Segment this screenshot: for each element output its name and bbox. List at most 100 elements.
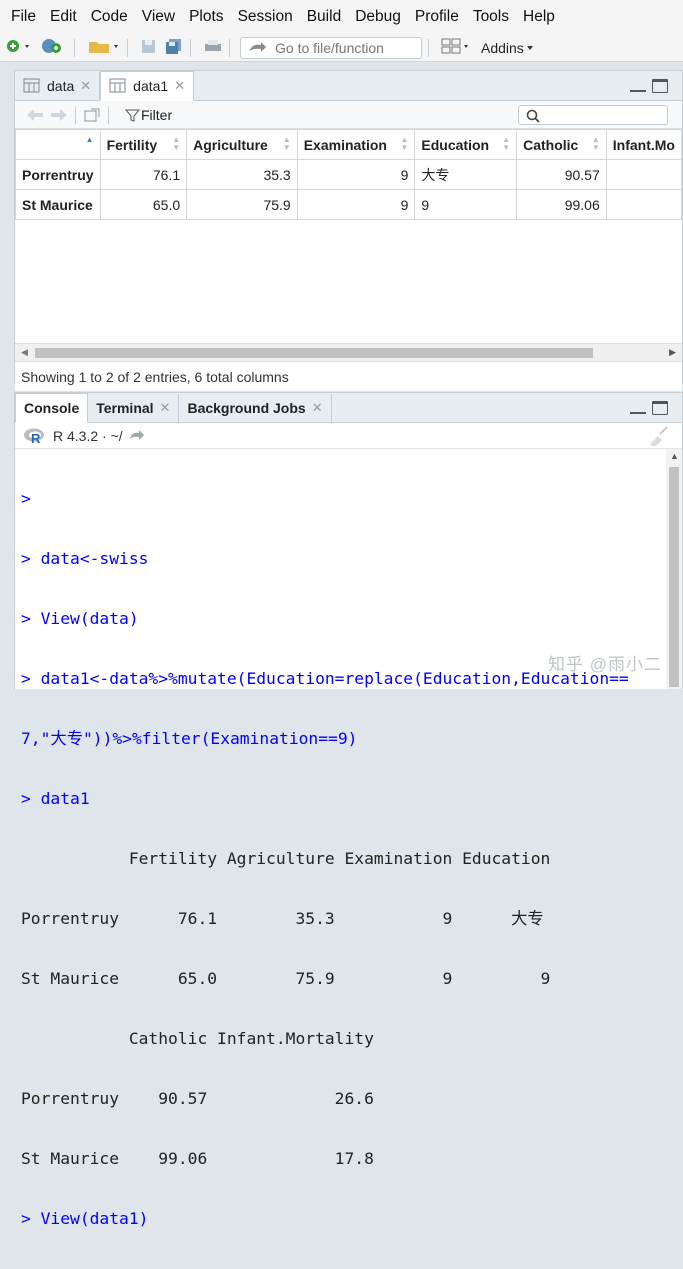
table-icon [23,78,40,93]
table-icon [109,78,126,93]
menu-bar: File Edit Code View Plots Session Build … [0,0,683,34]
svg-text:R: R [31,431,41,445]
table-row: Porrentruy 76.1 35.3 9 大专 90.57 [15,159,683,190]
cell-agriculture: 75.9 [186,189,298,220]
tab-data[interactable]: data ✕ [15,72,101,100]
menu-debug[interactable]: Debug [355,8,401,26]
console-line: > data<-swiss [21,549,149,568]
horizontal-scrollbar[interactable]: ◀ ▶ [15,343,682,361]
tab-background-jobs-label: Background Jobs [187,400,306,416]
console-line: > View(data1) [21,1209,149,1228]
console-line: St Maurice 65.0 75.9 9 9 [21,969,551,988]
goto-placeholder: Go to file/function [275,39,384,56]
console-header: R R 4.3.2 · ~/ [15,423,682,449]
cell-infant-mortality [605,189,683,220]
editor-tabstrip: data ✕ data1 ✕ [15,71,682,101]
pane-window-controls [630,79,668,93]
table-row: St Maurice 65.0 75.9 9 9 99.06 [15,189,683,220]
cell-agriculture: 35.3 [186,159,298,190]
cell-education: 大专 [414,159,518,190]
tab-console-label: Console [24,400,80,416]
column-header-agriculture[interactable]: Agriculture ▲ ▼ [186,129,298,160]
open-file-icon[interactable] [87,38,121,57]
popout-icon[interactable] [82,107,102,123]
new-file-icon[interactable] [6,38,34,57]
maximize-icon[interactable] [652,79,668,93]
menu-view[interactable]: View [142,8,175,26]
console-line: > View(data) [21,609,139,628]
maximize-icon[interactable] [652,401,668,415]
viewer-toolbar: Filter [15,101,682,129]
console-output[interactable]: > > data<-swiss > View(data) > data1<-da… [21,449,629,1269]
column-header-examination[interactable]: Examination ▲ ▼ [296,129,416,160]
goto-directory-icon[interactable] [127,429,145,443]
pane-window-controls [630,401,668,415]
r-version: R 4.3.2 · ~/ [53,427,123,444]
tab-data1[interactable]: data1 ✕ [100,71,195,101]
menu-code[interactable]: Code [91,8,128,26]
column-header-infant-mortality[interactable]: Infant.Mo [605,129,683,160]
close-icon[interactable]: ✕ [160,400,171,416]
menu-profile[interactable]: Profile [415,8,459,26]
cell-catholic: 99.06 [516,189,607,220]
menu-tools[interactable]: Tools [473,8,509,26]
menu-edit[interactable]: Edit [50,8,77,26]
back-forward-icon[interactable] [25,107,69,123]
menu-build[interactable]: Build [307,8,341,26]
search-icon [526,109,540,123]
clear-console-icon[interactable] [646,426,670,446]
filter-button[interactable]: Filter [125,107,172,123]
data-grid: ▲ Fertility ▲ ▼ Agriculture ▲ ▼ Examination ▲… [15,129,683,220]
menu-help[interactable]: Help [523,8,555,26]
cell-examination: 9 [296,189,416,220]
column-header-fertility[interactable]: Fertility ▲ ▼ [99,129,188,160]
console-line: Fertility Agriculture Examination Educat… [21,849,551,868]
goto-file-input[interactable]: Go to file/function [240,36,422,59]
console-tabstrip: Console Terminal ✕ Background Jobs ✕ [15,393,682,423]
scroll-right-icon[interactable]: ▶ [669,347,676,358]
addins-menu[interactable]: Addins [481,40,538,56]
minimize-icon[interactable] [630,79,646,92]
scrollbar-thumb[interactable] [669,467,679,687]
main-toolbar: Go to file/function Addins [0,34,683,62]
scroll-left-icon[interactable]: ◀ [21,347,28,358]
chevron-down-icon [526,45,533,50]
close-icon[interactable]: ✕ [174,78,185,94]
cell-infant-mortality [605,159,683,190]
r-logo-icon: R [24,428,44,445]
filter-label: Filter [141,106,173,123]
console-line: Catholic Infant.Mortality [21,1029,374,1048]
cell-fertility: 65.0 [99,189,188,220]
cell-fertility: 76.1 [99,159,188,190]
tab-terminal[interactable]: Terminal ✕ [88,394,180,422]
scrollbar-thumb[interactable] [35,348,593,358]
column-header-education[interactable]: Education ▲ ▼ [414,129,518,160]
column-header-rownames[interactable]: ▲ [15,129,101,160]
save-all-icon[interactable] [164,38,184,57]
row-name: Porrentruy [15,159,101,190]
minimize-icon[interactable] [630,401,646,414]
menu-session[interactable]: Session [238,8,293,26]
tab-data-label: data [47,78,75,94]
column-header-catholic[interactable]: Catholic ▲ ▼ [516,129,607,160]
print-icon[interactable] [203,38,223,57]
close-icon[interactable]: ✕ [80,78,91,94]
grid-layout-icon[interactable] [441,38,471,57]
console-line: Porrentruy 76.1 35.3 9 大专 [21,909,544,928]
vertical-scrollbar[interactable]: ▲ [666,449,682,689]
watermark: 知乎 @雨小二 [548,655,662,674]
cell-examination: 9 [296,159,416,190]
goto-arrow-icon [249,41,266,52]
save-icon[interactable] [140,38,158,57]
close-icon[interactable]: ✕ [312,400,323,416]
new-project-icon[interactable] [40,37,68,58]
viewer-search-input[interactable] [518,105,668,125]
tab-console[interactable]: Console [15,393,89,423]
console-line: > data1 [21,789,90,808]
menu-plots[interactable]: Plots [189,8,223,26]
scroll-up-icon[interactable]: ▲ [670,451,679,461]
menu-file[interactable]: File [11,8,36,26]
funnel-icon [125,109,141,122]
tab-background-jobs[interactable]: Background Jobs ✕ [179,394,332,422]
tab-data1-label: data1 [133,78,169,94]
